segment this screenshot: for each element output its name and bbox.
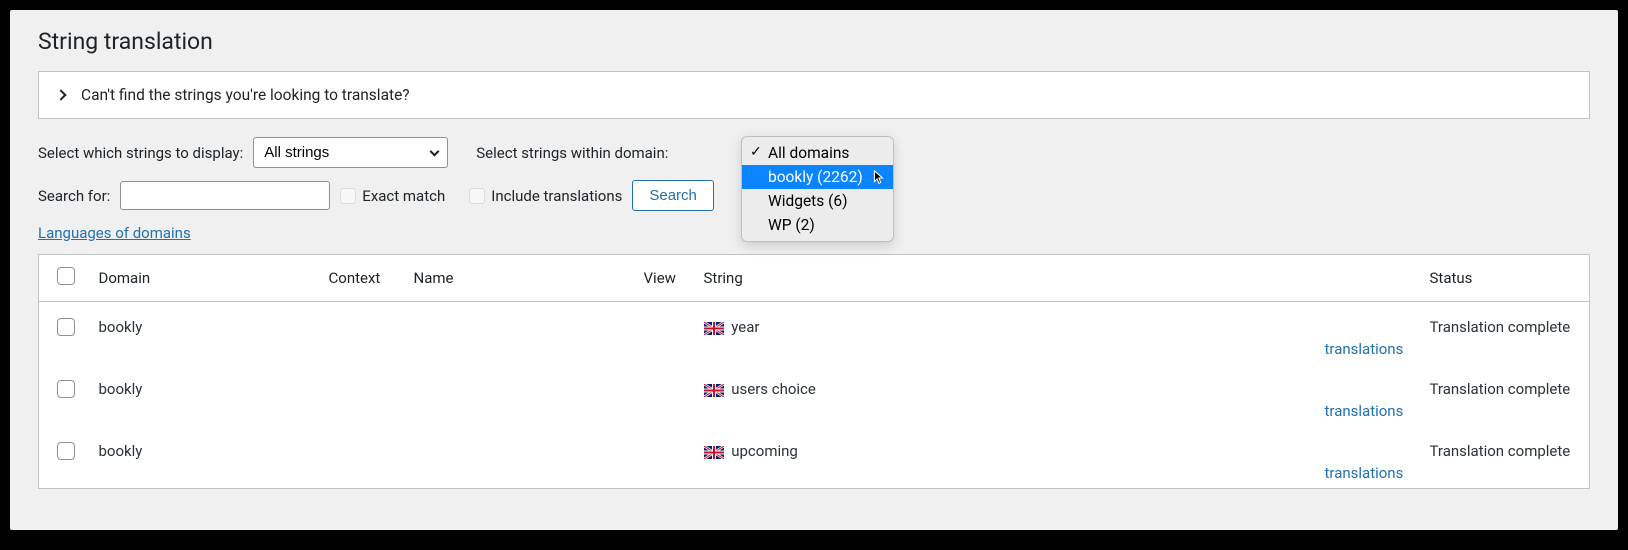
uk-flag-icon [704,384,724,397]
table-row: bookly year translations Translation com… [39,302,1590,365]
chevron-right-icon [55,89,66,100]
search-label: Search for: [38,187,110,205]
cell-name [404,426,634,489]
translations-link[interactable]: translations [1325,340,1404,358]
help-accordion-title: Can't find the strings you're looking to… [81,86,410,104]
header-name[interactable]: Name [404,255,634,302]
cell-string: year [694,302,1315,365]
exact-match-checkbox[interactable] [340,188,356,204]
table-row: bookly users choice translations Transla… [39,364,1590,426]
header-context[interactable]: Context [319,255,404,302]
cell-view [634,426,694,489]
mouse-cursor-icon [869,169,887,187]
header-translations [1315,255,1420,302]
include-translations-checkbox[interactable] [469,188,485,204]
header-status[interactable]: Status [1420,255,1590,302]
dropdown-item-widgets[interactable]: Widgets (6) [742,189,893,213]
search-input[interactable] [120,181,330,210]
domain-label: Select strings within domain: [476,144,668,162]
row-checkbox[interactable] [57,442,75,460]
cell-name [404,302,634,365]
display-select-wrap: All strings [253,137,448,168]
header-string[interactable]: String [694,255,1315,302]
translations-link[interactable]: translations [1325,464,1404,482]
page-title: String translation [38,28,1590,55]
table-header-row: Domain Context Name View String Status [39,255,1590,302]
app-window: String translation Can't find the string… [10,10,1618,530]
cell-domain: bookly [89,302,319,365]
row-checkbox[interactable] [57,380,75,398]
cell-string: users choice [694,364,1315,426]
translations-link[interactable]: translations [1325,402,1404,420]
cell-status: Translation complete [1420,364,1590,426]
cell-name [404,364,634,426]
display-label: Select which strings to display: [38,144,243,162]
include-translations-label: Include translations [491,187,622,205]
cell-context [319,426,404,489]
header-domain[interactable]: Domain [89,255,319,302]
filters-area: Select which strings to display: All str… [38,137,1590,242]
display-select[interactable]: All strings [253,137,448,168]
include-translations-wrap[interactable]: Include translations [469,187,622,205]
cell-context [319,364,404,426]
exact-match-label: Exact match [362,187,445,205]
cell-status: Translation complete [1420,426,1590,489]
cell-status: Translation complete [1420,302,1590,365]
string-text: year [731,318,759,336]
cell-view [634,302,694,365]
string-text: upcoming [731,442,798,460]
dropdown-item-wp[interactable]: WP (2) [742,213,893,237]
header-view[interactable]: View [634,255,694,302]
cell-domain: bookly [89,364,319,426]
cell-domain: bookly [89,426,319,489]
row-checkbox[interactable] [57,318,75,336]
string-text: users choice [731,380,816,398]
uk-flag-icon [704,446,724,459]
exact-match-wrap[interactable]: Exact match [340,187,445,205]
cell-context [319,302,404,365]
select-all-checkbox[interactable] [57,267,75,285]
domain-dropdown-menu: All domains bookly (2262) Widgets (6) WP… [741,136,894,242]
cell-string: upcoming [694,426,1315,489]
search-button[interactable]: Search [632,180,714,211]
strings-table: Domain Context Name View String Status b… [38,254,1590,489]
languages-of-domains-link[interactable]: Languages of domains [38,224,191,242]
uk-flag-icon [704,322,724,335]
help-accordion[interactable]: Can't find the strings you're looking to… [38,71,1590,119]
table-row: bookly upcoming translations Translation… [39,426,1590,489]
dropdown-item-all-domains[interactable]: All domains [742,141,893,165]
cell-view [634,364,694,426]
